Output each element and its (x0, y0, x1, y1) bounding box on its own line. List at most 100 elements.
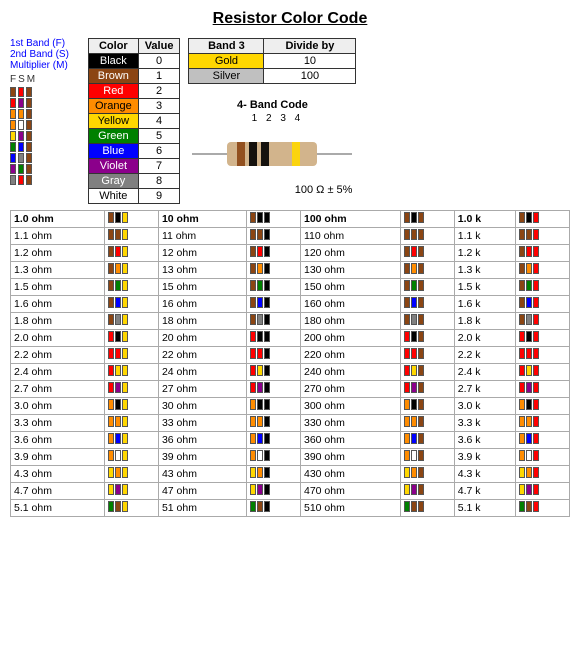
val3-cell: 100 ohm (301, 211, 401, 228)
bands1-cell (104, 279, 158, 296)
val2-cell: 11 ohm (158, 228, 246, 245)
color-table-row: Violet 7 (89, 159, 180, 174)
fsm-header: FSM (10, 74, 80, 85)
bands4-cell (515, 228, 569, 245)
bands3-cell (400, 245, 454, 262)
divideby-header: Divide by (264, 39, 356, 54)
bands4-cell (515, 279, 569, 296)
val4-cell: 5.1 k (454, 500, 515, 517)
val1-cell: 2.7 ohm (11, 381, 105, 398)
bands2-cell (246, 347, 300, 364)
val2-cell: 10 ohm (158, 211, 246, 228)
val4-cell: 1.8 k (454, 313, 515, 330)
val3-cell: 150 ohm (301, 279, 401, 296)
val2-cell: 20 ohm (158, 330, 246, 347)
val4-cell: 3.3 k (454, 415, 515, 432)
val4-cell: 1.6 k (454, 296, 515, 313)
val2-cell: 30 ohm (158, 398, 246, 415)
bands3-cell (400, 211, 454, 228)
bands3-cell (400, 398, 454, 415)
diagram-label: 100 Ω ± 5% (192, 184, 352, 196)
color-name-cell: Red (89, 84, 139, 99)
val3-cell: 200 ohm (301, 330, 401, 347)
val1-cell: 2.4 ohm (11, 364, 105, 381)
bands2-cell (246, 211, 300, 228)
bands2-cell (246, 415, 300, 432)
color-value-cell: 5 (138, 129, 180, 144)
main-reference-table: 1.0 ohm 10 ohm 100 ohm 1.0 k 1.1 ohm 11 … (10, 210, 570, 517)
val4-cell: 1.0 k (454, 211, 515, 228)
bands4-cell (515, 245, 569, 262)
bands1-cell (104, 211, 158, 228)
val2-cell: 51 ohm (158, 500, 246, 517)
val3-cell: 270 ohm (301, 381, 401, 398)
bands3-cell (400, 330, 454, 347)
bands1-cell (104, 449, 158, 466)
color-table-row: Green 5 (89, 129, 180, 144)
band3-header: Band 3 (189, 39, 264, 54)
table-row: 1.5 ohm 15 ohm 150 ohm 1.5 k (11, 279, 570, 296)
val1-cell: 4.7 ohm (11, 483, 105, 500)
diagram-title: 4- Band Code (237, 99, 308, 111)
bands1-cell (104, 313, 158, 330)
val2-cell: 47 ohm (158, 483, 246, 500)
val3-cell: 130 ohm (301, 262, 401, 279)
val4-cell: 2.2 k (454, 347, 515, 364)
color-name-cell: Black (89, 54, 139, 69)
band3-divideby-cell: 100 (264, 69, 356, 84)
bands4-cell (515, 432, 569, 449)
bands2-cell (246, 296, 300, 313)
val2-cell: 12 ohm (158, 245, 246, 262)
val2-cell: 24 ohm (158, 364, 246, 381)
bands2-cell (246, 381, 300, 398)
table-row: 3.0 ohm 30 ohm 300 ohm 3.0 k (11, 398, 570, 415)
val3-cell: 390 ohm (301, 449, 401, 466)
bands4-cell (515, 466, 569, 483)
bands3-cell (400, 415, 454, 432)
bands4-cell (515, 262, 569, 279)
val3-cell: 510 ohm (301, 500, 401, 517)
bands2-cell (246, 330, 300, 347)
val2-cell: 16 ohm (158, 296, 246, 313)
band3-table-row: Silver 100 (189, 69, 356, 84)
color-table-row: Red 2 (89, 84, 180, 99)
table-row: 3.9 ohm 39 ohm 390 ohm 3.9 k (11, 449, 570, 466)
val1-cell: 2.2 ohm (11, 347, 105, 364)
color-value-cell: 4 (138, 114, 180, 129)
val1-cell: 1.5 ohm (11, 279, 105, 296)
bands1-cell (104, 500, 158, 517)
resistor-diagram: 4- Band Code 1 2 3 4 100 Ω ± 5% (188, 90, 356, 204)
bands3-cell (400, 483, 454, 500)
val3-cell: 300 ohm (301, 398, 401, 415)
val4-cell: 3.0 k (454, 398, 515, 415)
val4-cell: 2.4 k (454, 364, 515, 381)
table-row: 1.1 ohm 11 ohm 110 ohm 1.1 k (11, 228, 570, 245)
table-row: 4.7 ohm 47 ohm 470 ohm 4.7 k (11, 483, 570, 500)
band3-divideby-cell: 10 (264, 54, 356, 69)
resistor-svg (192, 124, 352, 184)
color-name-cell: Yellow (89, 114, 139, 129)
bands2-cell (246, 364, 300, 381)
val1-cell: 2.0 ohm (11, 330, 105, 347)
color-table-row: Blue 6 (89, 144, 180, 159)
val3-cell: 360 ohm (301, 432, 401, 449)
bands3-cell (400, 500, 454, 517)
table-row: 1.0 ohm 10 ohm 100 ohm 1.0 k (11, 211, 570, 228)
val4-cell: 4.3 k (454, 466, 515, 483)
color-value-cell: 9 (138, 189, 180, 204)
bands2-cell (246, 262, 300, 279)
table-row: 2.2 ohm 22 ohm 220 ohm 2.2 k (11, 347, 570, 364)
bands4-cell (515, 398, 569, 415)
val4-cell: 1.1 k (454, 228, 515, 245)
color-table-row: Black 0 (89, 54, 180, 69)
color-value-cell: 1 (138, 69, 180, 84)
legend-line3: Multiplier (M) (10, 60, 80, 71)
val3-cell: 110 ohm (301, 228, 401, 245)
val4-cell: 3.6 k (454, 432, 515, 449)
bands4-cell (515, 500, 569, 517)
val4-cell: 2.0 k (454, 330, 515, 347)
color-value-cell: 3 (138, 99, 180, 114)
bands3-cell (400, 313, 454, 330)
table-row: 1.2 ohm 12 ohm 120 ohm 1.2 k (11, 245, 570, 262)
color-table-row: Orange 3 (89, 99, 180, 114)
